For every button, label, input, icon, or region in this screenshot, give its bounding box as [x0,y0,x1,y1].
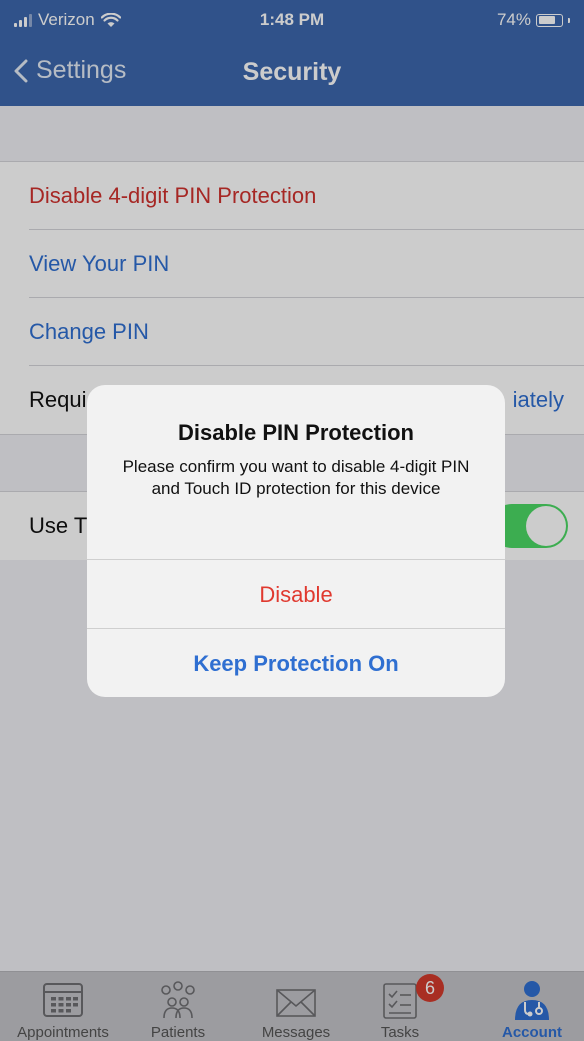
dialog-message: Please confirm you want to disable 4-dig… [122,457,470,498]
disable-button[interactable]: Disable [87,559,505,628]
dialog-title: Disable PIN Protection [178,420,414,445]
keep-protection-button[interactable]: Keep Protection On [87,628,505,697]
confirm-dialog: Disable PIN Protection Please confirm yo… [87,385,505,697]
